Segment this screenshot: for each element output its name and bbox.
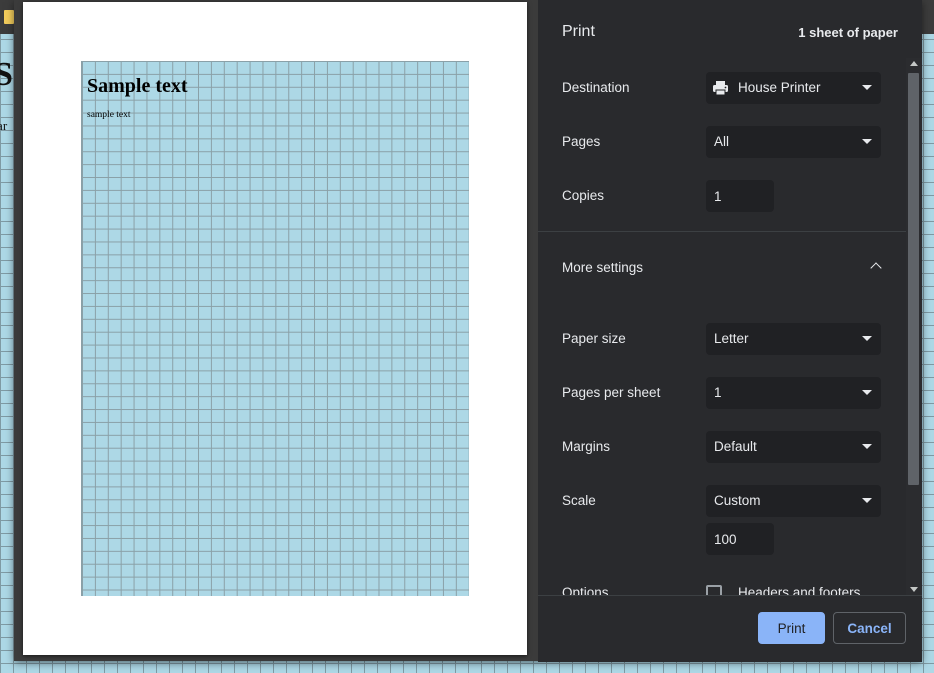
destination-value: House Printer	[738, 80, 821, 95]
settings-panel: Destination House Printer Pages All Copi…	[538, 58, 922, 595]
caret-down-icon	[862, 85, 872, 90]
scrollbar-thumb[interactable]	[908, 73, 919, 485]
dialog-footer: Print Cancel	[538, 595, 922, 662]
pages-row: Pages All	[538, 126, 908, 158]
scroll-up-arrow-icon[interactable]	[910, 61, 918, 66]
headers-footers-label[interactable]: Headers and footers	[738, 577, 860, 595]
sheet-count: 1 sheet of paper	[798, 25, 898, 40]
caret-down-icon	[862, 390, 872, 395]
scale-custom-row	[538, 523, 908, 555]
options-row: Options Headers and footers	[538, 577, 908, 595]
copies-input[interactable]	[706, 180, 774, 212]
paper-size-value: Letter	[714, 331, 749, 346]
preview-page: Sample text sample text	[23, 2, 527, 655]
destination-label: Destination	[562, 80, 630, 95]
pages-per-sheet-value: 1	[714, 385, 722, 400]
chevron-up-icon	[870, 262, 882, 274]
settings-scrollbar[interactable]	[906, 58, 922, 595]
pages-per-sheet-row: Pages per sheet 1	[538, 377, 908, 409]
margins-value: Default	[714, 439, 757, 454]
preview-heading: Sample text	[87, 75, 188, 97]
section-divider	[538, 231, 906, 232]
margins-row: Margins Default	[538, 431, 908, 463]
caret-down-icon	[862, 139, 872, 144]
scale-select[interactable]: Custom	[706, 485, 881, 517]
background-heading: S	[0, 56, 13, 93]
more-settings-toggle[interactable]: More settings	[538, 250, 906, 286]
margins-select[interactable]: Default	[706, 431, 881, 463]
caret-down-icon	[862, 444, 872, 449]
pages-per-sheet-select[interactable]: 1	[706, 377, 881, 409]
pages-value: All	[714, 134, 730, 149]
margins-label: Margins	[562, 439, 611, 454]
print-button[interactable]: Print	[758, 612, 825, 644]
print-settings-sidebar: Print 1 sheet of paper Destination House…	[538, 0, 922, 662]
cancel-button[interactable]: Cancel	[833, 612, 906, 644]
print-preview-area: Sample text sample text	[14, 0, 538, 661]
destination-row: Destination House Printer	[538, 72, 908, 104]
paper-size-row: Paper size Letter	[538, 323, 908, 355]
dialog-title: Print	[562, 23, 595, 40]
caret-down-icon	[862, 498, 872, 503]
pages-label: Pages	[562, 134, 601, 149]
options-label: Options	[562, 585, 609, 595]
pages-per-sheet-label: Pages per sheet	[562, 385, 661, 400]
scale-value: Custom	[714, 493, 761, 508]
print-dialog: Sample text sample text Print 1 sheet of…	[14, 0, 922, 662]
headers-footers-checkbox[interactable]	[706, 585, 722, 595]
preview-body-text: sample text	[87, 110, 131, 120]
destination-select[interactable]: House Printer	[706, 72, 881, 104]
scale-row: Scale Custom	[538, 485, 908, 517]
copies-label: Copies	[562, 188, 605, 203]
more-settings-label: More settings	[562, 260, 644, 275]
background-text: sar	[0, 118, 8, 133]
folder-icon	[4, 10, 14, 24]
copies-row: Copies	[538, 180, 908, 212]
paper-size-label: Paper size	[562, 331, 626, 346]
printer-icon	[713, 81, 728, 96]
paper-size-select[interactable]: Letter	[706, 323, 881, 355]
preview-content: Sample text sample text	[81, 61, 469, 596]
pages-select[interactable]: All	[706, 126, 881, 158]
scale-custom-input[interactable]	[706, 523, 774, 555]
scale-label: Scale	[562, 493, 596, 508]
caret-down-icon	[862, 336, 872, 341]
scroll-down-arrow-icon[interactable]	[910, 587, 918, 592]
